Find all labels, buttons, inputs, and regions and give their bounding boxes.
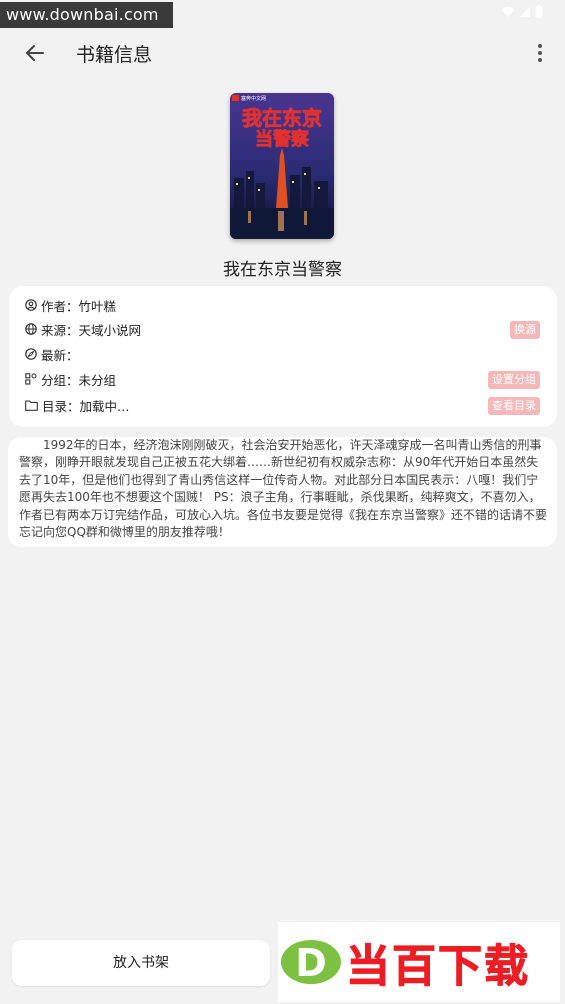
toc-row: 目录： 加载中… <box>25 395 130 415</box>
person-icon <box>25 299 37 311</box>
group-value: 未分组 <box>78 372 117 388</box>
cover-art: 塞奔中文网 我在东京 当警察 <box>230 93 334 239</box>
latest-label: 最新： <box>41 347 79 363</box>
book-title: 我在东京当警察 <box>223 260 342 280</box>
d-logo-icon: D <box>281 940 341 985</box>
cover-title-line2: 当警察 <box>255 128 310 150</box>
latest-row: 最新： <box>25 344 79 364</box>
source-label: 来源： <box>41 322 79 338</box>
book-info-card: 作者： 竹叶糕 来源： 天域小说网 换源 最新： 分组： 未分组 设置分组 目录… <box>9 286 557 427</box>
author-row: 作者： 竹叶糕 <box>25 295 116 315</box>
add-to-shelf-button[interactable]: 放入书架 <box>12 940 270 986</box>
change-source-button[interactable]: 换源 <box>510 321 540 339</box>
wifi-icon <box>501 6 515 17</box>
watermark-top: www.downbai.com <box>0 2 173 28</box>
signal-icon <box>520 6 530 17</box>
watermark-bottom: D 当百下载 <box>278 922 560 1002</box>
cover-publisher: 塞奔中文网 <box>241 95 266 102</box>
svg-text:D: D <box>295 941 327 985</box>
toc-label: 目录： <box>42 398 80 414</box>
group-icon <box>25 373 37 385</box>
page-title: 书籍信息 <box>76 44 153 66</box>
author-value: 竹叶糕 <box>78 298 117 314</box>
app-bar: 书籍信息 <box>0 30 565 76</box>
toc-value: 加载中… <box>79 398 130 414</box>
cover-title-line1: 我在东京 <box>242 106 322 130</box>
view-toc-button[interactable]: 查看目录 <box>488 397 540 415</box>
set-group-button[interactable]: 设置分组 <box>488 371 540 389</box>
group-label: 分组： <box>41 372 79 388</box>
battery-icon <box>535 5 543 18</box>
more-vert-icon[interactable] <box>535 40 545 66</box>
book-intro-card: 1992年的日本，经济泡沫刚刚破灭，社会治安开始恶化，许天泽魂穿成一名叫青山秀信… <box>8 437 557 547</box>
intro-text: 1992年的日本，经济泡沫刚刚破灭，社会治安开始恶化，许天泽魂穿成一名叫青山秀信… <box>19 438 548 540</box>
watermark-brand: 当百下载 <box>346 941 530 993</box>
author-label: 作者： <box>41 298 79 314</box>
source-value: 天域小说网 <box>78 322 142 338</box>
folder-icon <box>25 399 38 411</box>
source-row: 来源： 天域小说网 <box>25 319 141 339</box>
book-cover[interactable]: 塞奔中文网 我在东京 当警察 <box>230 93 334 239</box>
globe-icon <box>25 323 37 335</box>
compass-icon <box>25 348 37 360</box>
back-arrow-icon[interactable] <box>22 40 48 66</box>
status-bar <box>501 5 543 18</box>
group-row: 分组： 未分组 <box>25 369 116 389</box>
intro-text-wrapper: 1992年的日本，经济泡沫刚刚破灭，社会治安开始恶化，许天泽魂穿成一名叫青山秀信… <box>19 437 549 541</box>
